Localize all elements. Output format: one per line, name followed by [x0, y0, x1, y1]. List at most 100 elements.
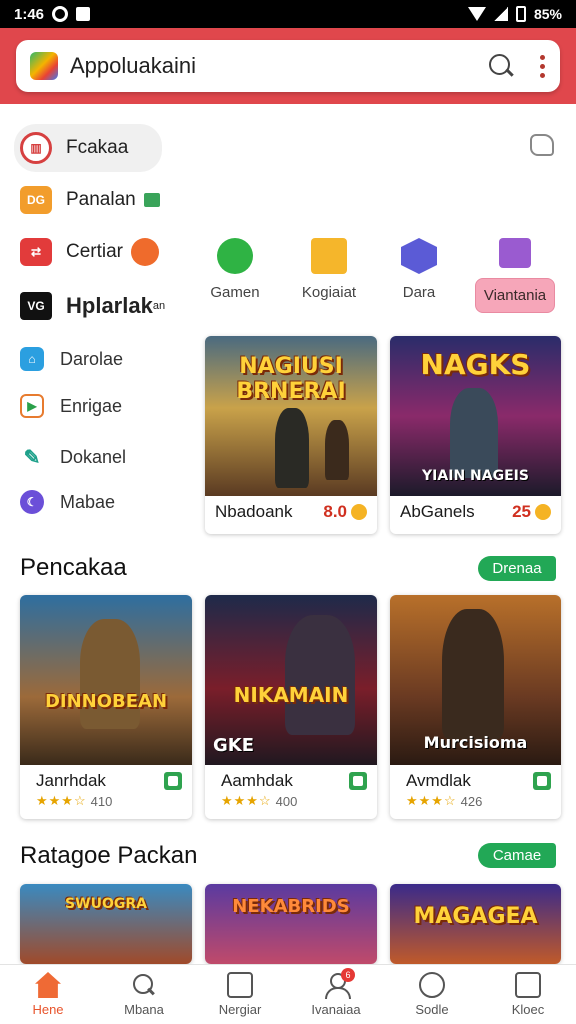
nav-label: Nergiar	[218, 1002, 262, 1017]
battery-text: 85%	[533, 6, 562, 22]
bottom-navigation: Hene Mbana Nergiar 6 Ivanaiaa Sodle Kloe…	[0, 964, 576, 1024]
rating-value: 426	[460, 793, 483, 809]
menu-item-label: Fcakaa	[66, 137, 129, 158]
game-thumbnail: MAGAGEA	[390, 884, 561, 964]
game-art-title: NAGKS	[420, 348, 531, 381]
play-icon: ▶	[20, 394, 44, 418]
search-bar[interactable]: Appoluakaini	[16, 40, 560, 92]
menu-item-label: Darolae	[60, 348, 124, 369]
game-name: Nbadoank	[215, 502, 293, 521]
nav-social[interactable]: Sodle	[384, 965, 480, 1024]
menu-item-superscript: an	[152, 300, 166, 312]
nav-label: Kloec	[511, 1002, 545, 1017]
menu-item-label: Enrigae	[60, 395, 123, 416]
store-icon: ▥	[20, 132, 52, 164]
game-art-subtitle: YIAIN NAGEIS	[422, 468, 529, 484]
rating-stars: ★★★☆	[406, 793, 457, 808]
user-icon: 6	[323, 968, 355, 999]
game-thumbnail: NIKAMAIN GKE	[205, 595, 377, 765]
compass-icon	[217, 238, 253, 274]
game-thumbnail: DINNOBEAN	[20, 595, 192, 765]
app-notification-icon	[76, 7, 91, 21]
more-options-icon[interactable]	[540, 54, 546, 78]
smile-icon	[351, 504, 367, 520]
search-icon	[131, 972, 157, 998]
category-label: Viantania	[474, 278, 556, 313]
section-title: Pencakaa	[20, 554, 127, 581]
game-card-4[interactable]: SWUOGRA	[20, 884, 192, 964]
game-card-3[interactable]: Murcisioma Avmdlak ★★★☆ 426	[390, 595, 561, 819]
game-name: AbGanels	[400, 502, 475, 521]
menu-item-enrigae[interactable]: ▶ Enrigae	[20, 394, 122, 418]
game-art-title: NIKAMAIN	[233, 683, 349, 707]
game-thumbnail: NAGIUSI BRNERAI	[205, 336, 377, 496]
smile-icon	[535, 504, 551, 520]
game-name: Janrhdak	[36, 771, 106, 790]
category-viantania[interactable]: Viantania	[470, 238, 560, 313]
game-score: 8.0	[323, 502, 347, 521]
menu-item-fcakaa[interactable]: ▥ Fcakaa	[14, 124, 163, 172]
search-input[interactable]: Appoluakaini	[70, 53, 196, 79]
game-thumbnail: SWUOGRA	[20, 884, 192, 964]
library-icon	[227, 972, 253, 998]
nav-profile[interactable]: 6 Ivanaiaa	[288, 965, 384, 1024]
download-icon[interactable]	[164, 772, 182, 790]
game-card-6[interactable]: MAGAGEA	[390, 884, 561, 964]
battery-icon	[515, 6, 526, 22]
app-logo-icon	[30, 52, 58, 80]
rating-stars: ★★★☆	[221, 793, 272, 808]
category-gamen[interactable]: Gamen	[190, 238, 280, 301]
wifi-icon	[467, 7, 486, 21]
game-name: Aamhdak	[221, 771, 293, 790]
nav-more[interactable]: Kloec	[480, 965, 576, 1024]
notification-badge: 6	[341, 968, 355, 982]
featured-card-2[interactable]: NAGKS YIAIN NAGEIS AbGanels 25	[390, 336, 561, 534]
section-action-button[interactable]: Drenaa	[478, 556, 556, 581]
menu-item-label: Dokanel	[60, 446, 127, 467]
leaf-icon	[419, 972, 445, 998]
category-label: Gamen	[210, 284, 260, 301]
game-card-1[interactable]: DINNOBEAN Janrhdak ★★★☆ 410	[20, 595, 192, 819]
game-name: Avmdlak	[406, 771, 471, 790]
nav-label: Sodle	[415, 1002, 449, 1017]
game-art-title: NEKABRIDS	[232, 896, 350, 917]
notification-icon	[52, 6, 69, 22]
rating-stars: ★★★☆	[36, 793, 87, 808]
menu-item-dokanel[interactable]: ✎ Dokanel	[20, 445, 126, 469]
status-bar: 1:46 85%	[0, 0, 576, 28]
nav-home[interactable]: Hene	[0, 965, 96, 1024]
download-icon[interactable]	[533, 772, 551, 790]
puzzle-icon[interactable]	[530, 134, 554, 156]
frame-icon	[515, 972, 541, 998]
game-card-5[interactable]: NEKABRIDS	[205, 884, 377, 964]
nav-label: Mbana	[124, 1002, 164, 1017]
game-thumbnail: Murcisioma	[390, 595, 561, 765]
game-score: 25	[512, 502, 531, 521]
menu-item-hplarlak[interactable]: VG Hplarlak an	[20, 292, 165, 320]
menu-item-certiar[interactable]: ⇄ Certiar	[20, 238, 160, 266]
game-card-2[interactable]: NIKAMAIN GKE Aamhdak ★★★☆ 400	[205, 595, 377, 819]
tag-icon	[143, 193, 160, 207]
game-art-corner: GKE	[213, 735, 255, 756]
featured-card-1[interactable]: NAGIUSI BRNERAI Nbadoank 8.0	[205, 336, 377, 534]
section-title: Ratagoe Packan	[20, 842, 198, 869]
rating-value: 410	[90, 793, 113, 809]
download-icon[interactable]	[349, 772, 367, 790]
nav-search[interactable]: Mbana	[96, 965, 192, 1024]
game-art-title: NAGIUSI BRNERAI	[236, 354, 346, 404]
category-dara[interactable]: Dara	[374, 238, 464, 301]
bag-icon	[499, 238, 531, 268]
home-icon	[35, 972, 61, 998]
menu-item-panalan[interactable]: DG Panalan	[20, 186, 160, 214]
section-action-button[interactable]: Camae	[478, 843, 556, 868]
search-icon[interactable]	[488, 53, 514, 79]
fire-icon	[131, 238, 160, 266]
menu-item-darolae[interactable]: ⌂ Darolae	[20, 347, 123, 371]
status-time: 1:46	[14, 5, 45, 23]
nav-label: Ivanaiaa	[311, 1002, 361, 1017]
category-label: Dara	[402, 284, 436, 301]
nav-library[interactable]: Nergiar	[192, 965, 288, 1024]
menu-item-mabae[interactable]: ☾ Mabae	[20, 490, 115, 514]
nav-label: Hene	[32, 1002, 64, 1017]
category-kogiaiat[interactable]: Kogiaiat	[284, 238, 374, 301]
